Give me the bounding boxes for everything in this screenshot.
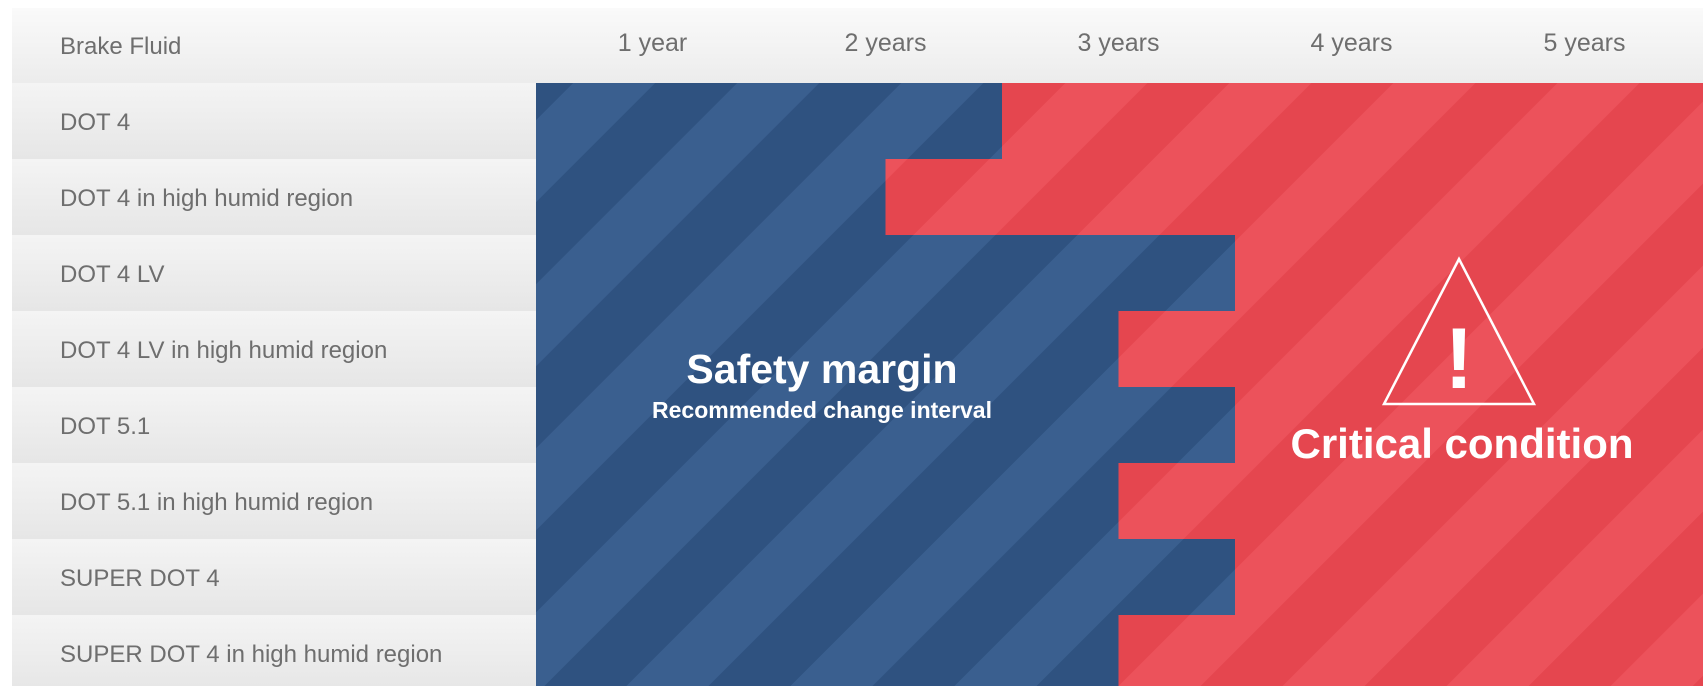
x-tick-label: 3 years bbox=[1078, 29, 1160, 57]
safety-margin-subtitle: Recommended change interval bbox=[652, 397, 992, 423]
critical-condition-bar bbox=[1235, 235, 1703, 311]
brake-fluid-chart: Brake Fluid 1 year 2 years 3 years 4 years 5… bbox=[12, 8, 1703, 686]
critical-condition-label: Critical condition bbox=[1290, 420, 1633, 467]
row-label: DOT 5.1 bbox=[60, 413, 150, 440]
critical-condition-bar bbox=[1235, 539, 1703, 615]
critical-condition-bar bbox=[1118, 615, 1703, 686]
critical-condition-bar bbox=[1118, 463, 1703, 539]
row-label-bands bbox=[12, 83, 536, 686]
safety-margin-bar bbox=[536, 235, 1235, 311]
safety-margin-bar bbox=[536, 463, 1119, 539]
x-tick-label: 1 year bbox=[618, 29, 687, 57]
warning-exclamation: ! bbox=[1445, 311, 1474, 407]
row-label: DOT 4 bbox=[60, 109, 130, 136]
row-label: DOT 4 in high humid region bbox=[60, 185, 353, 212]
safety-margin-title: Safety margin bbox=[686, 346, 957, 392]
safety-margin-bar bbox=[536, 539, 1235, 615]
x-tick-label: 5 years bbox=[1544, 29, 1626, 57]
row-label: DOT 5.1 in high humid region bbox=[60, 489, 373, 516]
column-header-brake-fluid: Brake Fluid bbox=[60, 33, 181, 60]
row-label: DOT 4 LV in high humid region bbox=[60, 337, 387, 364]
row-label: DOT 4 LV bbox=[60, 261, 164, 288]
critical-condition-bar bbox=[885, 159, 1703, 235]
row-label: SUPER DOT 4 bbox=[60, 565, 220, 592]
safety-margin-bar bbox=[536, 83, 1002, 159]
safety-margin-bar bbox=[536, 615, 1119, 686]
x-tick-label: 2 years bbox=[845, 29, 927, 57]
critical-condition-bar bbox=[1118, 311, 1703, 387]
row-label: SUPER DOT 4 in high humid region bbox=[60, 641, 442, 668]
x-tick-label: 4 years bbox=[1311, 29, 1393, 57]
safety-margin-bar bbox=[536, 159, 886, 235]
critical-condition-bar bbox=[1002, 83, 1703, 159]
